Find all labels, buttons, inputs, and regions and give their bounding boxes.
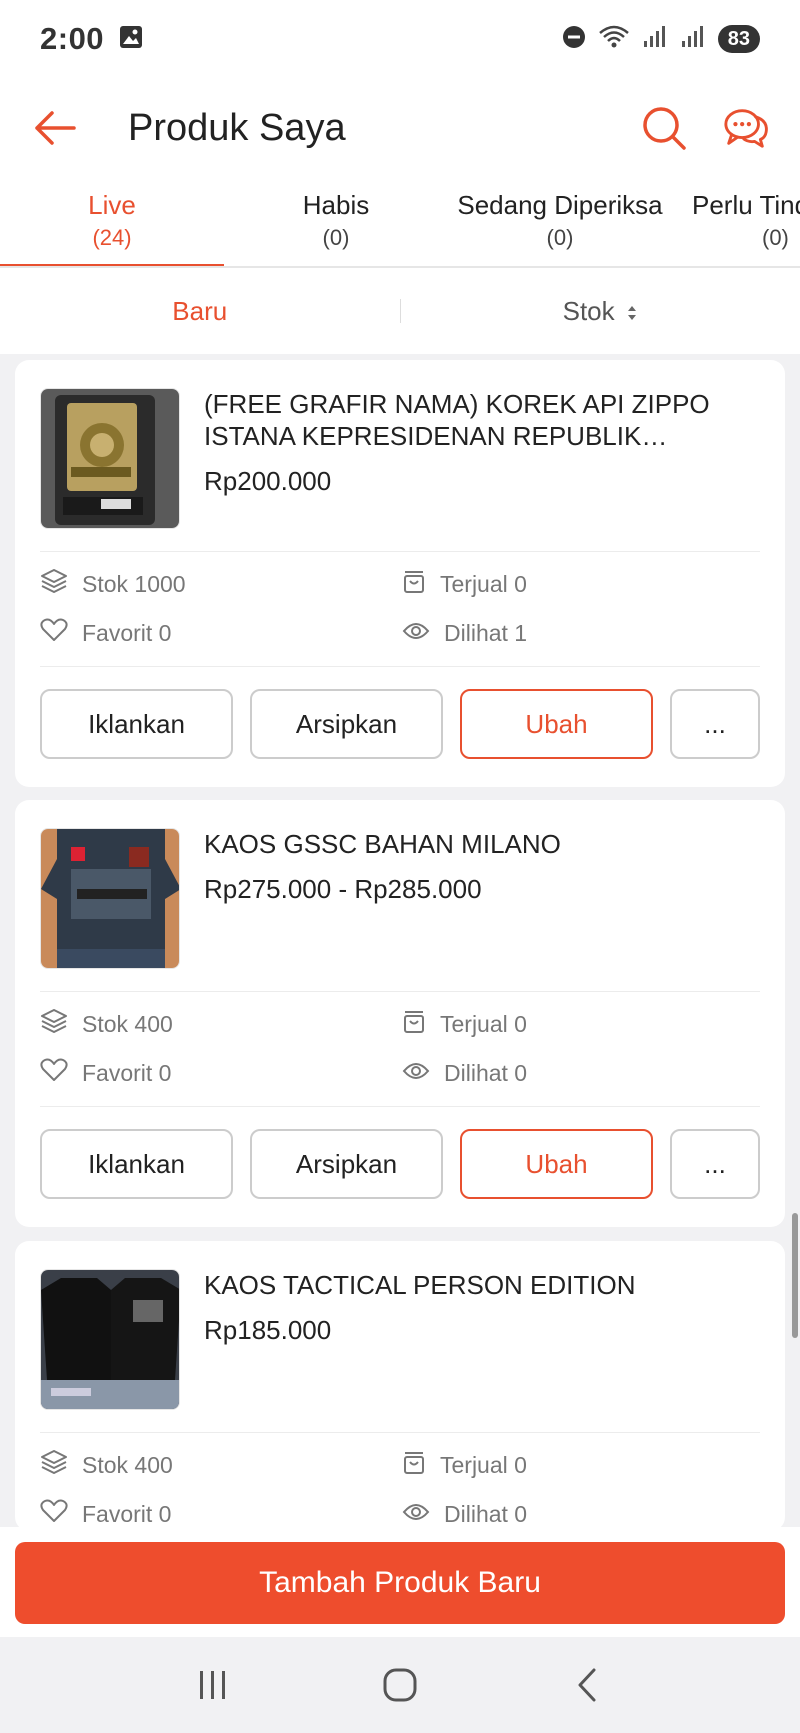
home-icon[interactable] xyxy=(370,1655,430,1715)
tab-count: (0) xyxy=(546,225,574,250)
sort-newest[interactable]: Baru xyxy=(0,296,400,327)
chat-icon[interactable] xyxy=(722,104,770,152)
more-options-button[interactable]: ... xyxy=(670,689,760,759)
product-name[interactable]: KAOS GSSC BAHAN MILANO xyxy=(204,828,760,860)
sort-stock[interactable]: Stok xyxy=(401,296,800,327)
product-card: KAOS TACTICAL PERSON EDITION Rp185.000 S… xyxy=(15,1241,785,1531)
product-name[interactable]: KAOS TACTICAL PERSON EDITION xyxy=(204,1269,760,1301)
tab-sedang-diperiksa[interactable]: Sedang Diperiksa (0) xyxy=(448,178,672,266)
product-actions: Iklankan Arsipkan Ubah ... xyxy=(40,666,760,787)
stat-favorite-text: Favorit 0 xyxy=(82,619,172,646)
stat-views: Dilihat 0 xyxy=(402,1499,760,1529)
status-time: 2:00 xyxy=(40,21,105,56)
stat-sold-text: Terjual 0 xyxy=(440,1451,527,1478)
tab-habis[interactable]: Habis (0) xyxy=(224,178,448,266)
product-card: KAOS GSSC BAHAN MILANO Rp275.000 - Rp285… xyxy=(15,800,785,1227)
heart-icon xyxy=(40,618,82,648)
product-actions: Iklankan Arsipkan Ubah ... xyxy=(40,1106,760,1227)
stat-views-text: Dilihat 0 xyxy=(444,1059,528,1086)
stat-stock: Stok 1000 xyxy=(40,568,402,600)
more-options-button[interactable]: ... xyxy=(670,1129,760,1199)
tab-count: (0) xyxy=(322,225,350,250)
recent-apps-icon[interactable] xyxy=(183,1655,243,1715)
bottom-panel: Tambah Produk Baru xyxy=(0,1527,800,1637)
stat-sold-text: Terjual 0 xyxy=(440,1010,527,1037)
status-tabs: Live (24) Habis (0) Sedang Diperiksa (0)… xyxy=(0,178,800,268)
promote-button[interactable]: Iklankan xyxy=(40,1129,233,1199)
battery-indicator: 83 xyxy=(717,25,760,53)
promote-button[interactable]: Iklankan xyxy=(40,689,233,759)
stat-stock: Stok 400 xyxy=(40,1008,402,1040)
product-thumbnail-kaos-gssc[interactable] xyxy=(40,828,180,969)
product-stats: Stok 400 Terjual 0 Favorit 0 Dilihat 0 xyxy=(40,1433,760,1531)
stat-stock-text: Stok 400 xyxy=(82,1010,173,1037)
signal-icon xyxy=(642,25,668,54)
archive-button[interactable]: Arsipkan xyxy=(250,1129,443,1199)
eye-icon xyxy=(402,1501,444,1528)
gallery-notification-icon xyxy=(118,24,144,55)
stat-views: Dilihat 1 xyxy=(402,618,760,648)
back-arrow-icon[interactable] xyxy=(30,104,78,152)
sort-bar: Baru Stok xyxy=(0,268,800,354)
stat-favorite-text: Favorit 0 xyxy=(82,1500,172,1527)
product-thumbnail-kaos-tactical[interactable] xyxy=(40,1269,180,1410)
product-stats: Stok 1000 Terjual 0 Favorit 0 Dilihat 1 xyxy=(40,552,760,666)
stat-sold: Terjual 0 xyxy=(402,568,760,600)
edit-button[interactable]: Ubah xyxy=(460,689,653,759)
status-bar: 2:00 83 xyxy=(0,0,800,78)
stat-favorite-text: Favorit 0 xyxy=(82,1059,172,1086)
stat-sold: Terjual 0 xyxy=(402,1008,760,1040)
bag-icon xyxy=(402,1449,440,1481)
back-icon[interactable] xyxy=(557,1655,617,1715)
tab-label: Live xyxy=(88,190,136,220)
add-product-button[interactable]: Tambah Produk Baru xyxy=(15,1542,785,1624)
tab-count: (0) xyxy=(762,225,789,250)
edit-button[interactable]: Ubah xyxy=(460,1129,653,1199)
stat-views-text: Dilihat 1 xyxy=(444,619,528,646)
layers-icon xyxy=(40,568,82,600)
sort-stock-label: Stok xyxy=(562,295,615,326)
stat-views: Dilihat 0 xyxy=(402,1058,760,1088)
heart-icon xyxy=(40,1058,82,1088)
product-card: (FREE GRAFIR NAMA) KOREK API ZIPPO ISTAN… xyxy=(15,360,785,787)
tab-label: Habis xyxy=(302,190,370,220)
page-title: Produk Saya xyxy=(128,106,346,149)
signal-icon-2 xyxy=(680,25,706,54)
tab-count: (24) xyxy=(92,225,132,250)
eye-icon xyxy=(402,620,444,647)
tab-label: Sedang Diperiksa xyxy=(457,190,663,220)
app-header: Produk Saya xyxy=(0,78,800,178)
archive-button[interactable]: Arsipkan xyxy=(250,689,443,759)
product-price: Rp185.000 xyxy=(204,1315,332,1345)
stat-favorite: Favorit 0 xyxy=(40,1499,402,1529)
wifi-icon xyxy=(598,24,630,55)
bag-icon xyxy=(402,1008,440,1040)
search-icon[interactable] xyxy=(640,104,688,152)
product-stats: Stok 400 Terjual 0 Favorit 0 Dilihat 0 xyxy=(40,992,760,1106)
stat-stock-text: Stok 400 xyxy=(82,1451,173,1478)
tab-label: Perlu Tindakan xyxy=(692,190,800,220)
stat-stock: Stok 400 xyxy=(40,1449,402,1481)
stat-favorite: Favorit 0 xyxy=(40,1058,402,1088)
stat-sold: Terjual 0 xyxy=(402,1449,760,1481)
tab-live[interactable]: Live (24) xyxy=(0,178,224,266)
product-price: Rp275.000 - Rp285.000 xyxy=(204,874,482,904)
tab-perlu-tindakan[interactable]: Perlu Tindakan (0) xyxy=(672,178,800,266)
stat-stock-text: Stok 1000 xyxy=(82,570,186,597)
stat-sold-text: Terjual 0 xyxy=(440,570,527,597)
stat-favorite: Favorit 0 xyxy=(40,618,402,648)
system-nav-bar xyxy=(0,1637,800,1733)
bag-icon xyxy=(402,568,440,600)
layers-icon xyxy=(40,1449,82,1481)
do-not-disturb-icon xyxy=(562,25,586,54)
scrollbar[interactable] xyxy=(792,1213,798,1338)
product-price: Rp200.000 xyxy=(204,466,332,496)
product-name[interactable]: (FREE GRAFIR NAMA) KOREK API ZIPPO ISTAN… xyxy=(204,388,760,452)
sort-arrows-icon xyxy=(622,296,638,326)
stat-views-text: Dilihat 0 xyxy=(444,1500,528,1527)
product-thumbnail-zippo[interactable] xyxy=(40,388,180,529)
eye-icon xyxy=(402,1060,444,1087)
layers-icon xyxy=(40,1008,82,1040)
heart-icon xyxy=(40,1499,82,1529)
